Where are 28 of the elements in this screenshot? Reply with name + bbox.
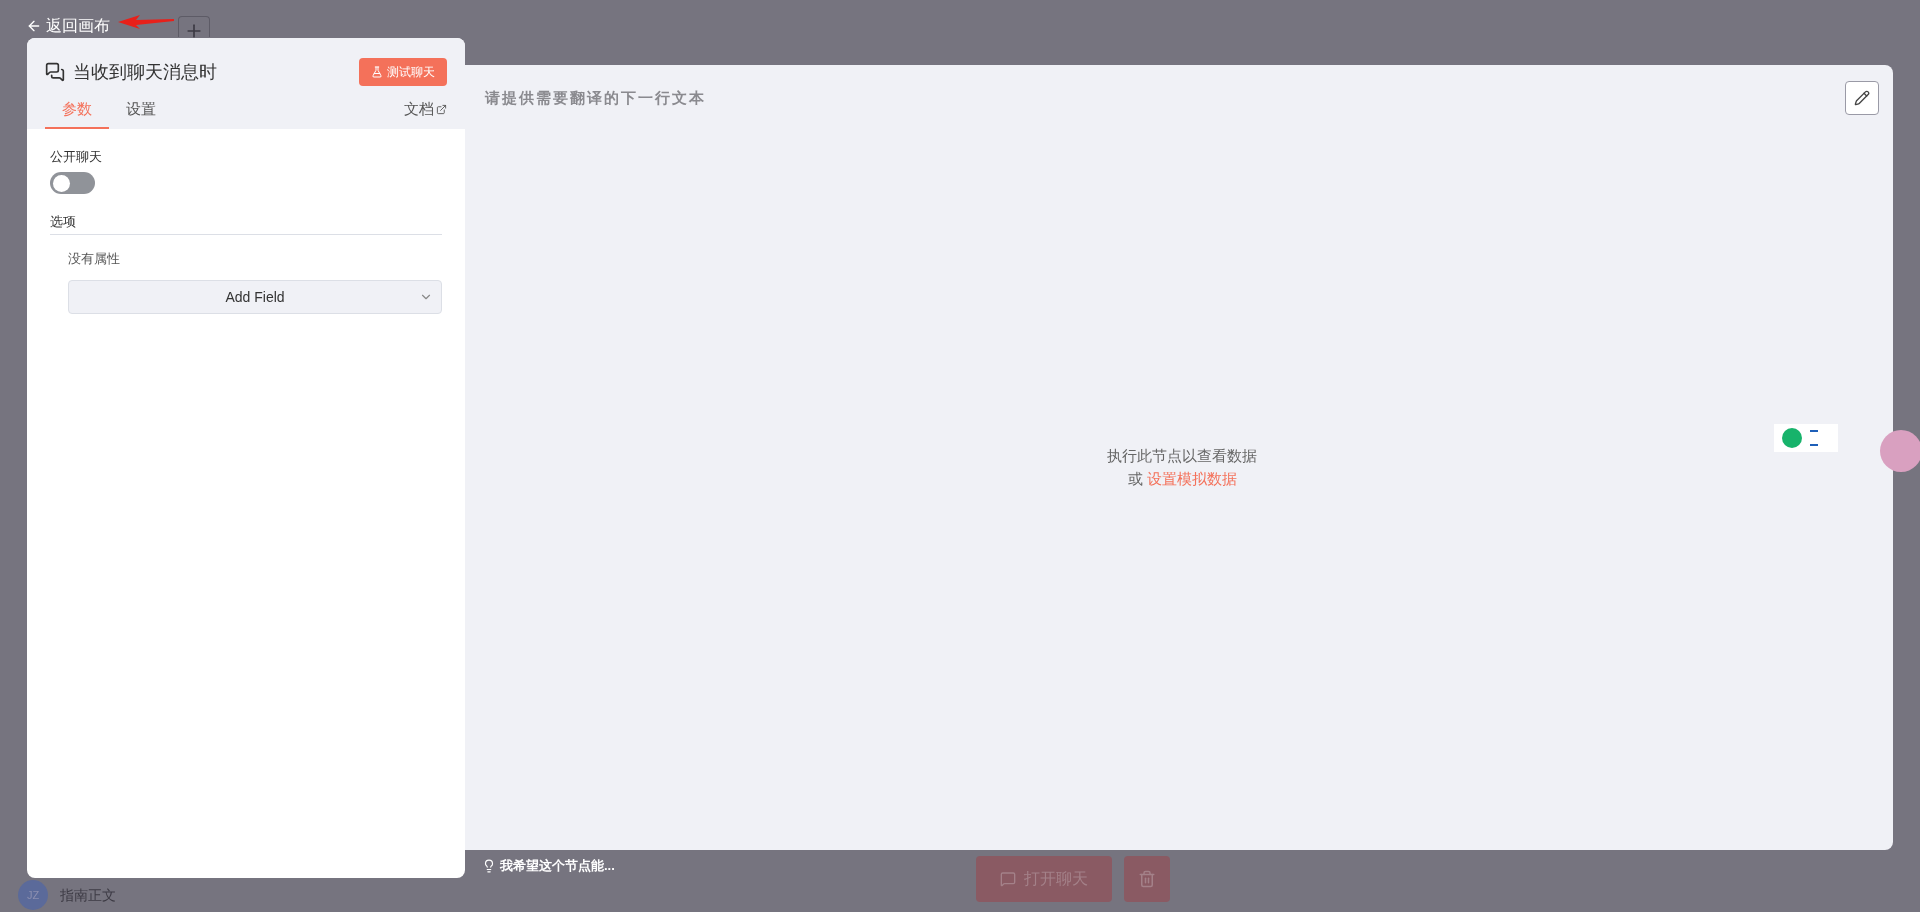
- feedback-link[interactable]: 我希望这个节点能...: [500, 856, 615, 876]
- delete-button[interactable]: [1124, 856, 1170, 902]
- extension-widget[interactable]: [1774, 424, 1838, 452]
- empty-message: 执行此节点以查看数据: [1107, 446, 1257, 466]
- edit-button[interactable]: [1845, 81, 1879, 115]
- or-text: 或: [1127, 468, 1143, 489]
- options-label: 选项: [50, 212, 442, 235]
- trash-icon: [1138, 870, 1156, 888]
- new-tab-button[interactable]: [178, 16, 210, 37]
- pencil-icon: [1854, 90, 1870, 106]
- panel-tab[interactable]: 设置: [109, 98, 173, 129]
- public-chat-label: 公开聊天: [50, 147, 103, 166]
- public-chat-toggle[interactable]: [50, 172, 95, 194]
- back-link[interactable]: 返回画布: [26, 14, 110, 38]
- empty-properties-text: 没有属性: [68, 249, 121, 268]
- flask-icon: [371, 66, 383, 78]
- panel-tab[interactable]: 参数: [45, 98, 109, 129]
- annotation-arrow: [118, 14, 174, 30]
- external-link-icon: [436, 103, 447, 115]
- chat-bubble-icon: [1000, 871, 1016, 887]
- output-title: 请提供需要翻译的下一行文本: [485, 88, 706, 108]
- docs-link[interactable]: 文档: [404, 98, 447, 121]
- mock-data-link[interactable]: 设置模拟数据: [1146, 467, 1237, 490]
- lightbulb-icon: [482, 858, 496, 873]
- add-field-dropdown[interactable]: Add Field: [68, 280, 442, 314]
- test-chat-button[interactable]: 测试聊天: [359, 58, 447, 86]
- chat-icon: [45, 62, 65, 82]
- node-title: 当收到聊天消息时: [73, 60, 217, 84]
